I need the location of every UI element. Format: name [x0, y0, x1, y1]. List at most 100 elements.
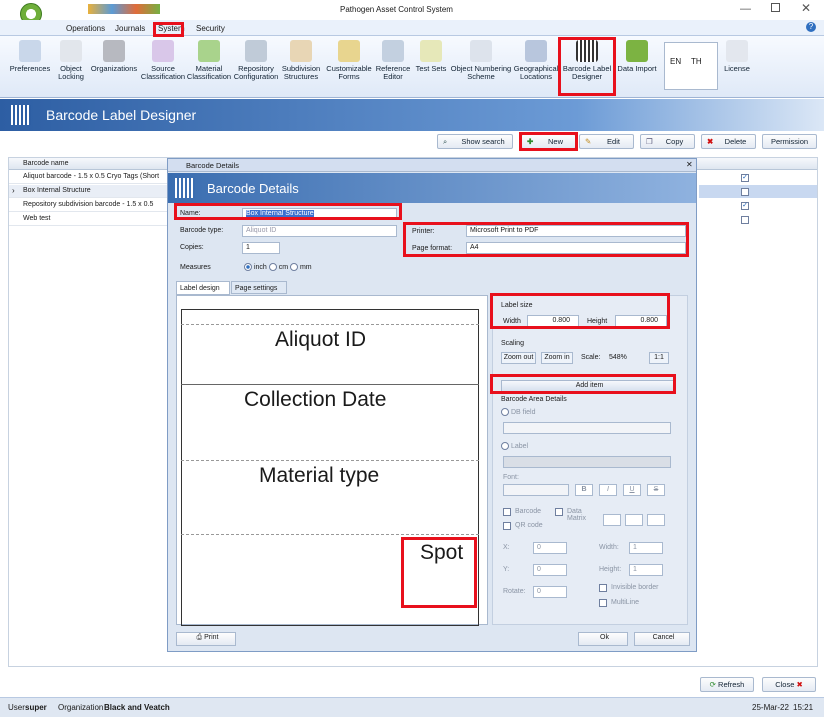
quick-access-toolbar[interactable] [88, 4, 160, 14]
ok-button[interactable]: Ok [578, 632, 628, 646]
qr-code-checkbox[interactable] [503, 522, 511, 530]
table-row[interactable]: Aliquot barcode - 1.5 x 0.5 Cryo Tags (S… [9, 171, 169, 184]
row-checkbox[interactable]: ✓ [741, 202, 749, 210]
width-stepper[interactable]: 0.800 [527, 315, 579, 327]
ribbon-test-sets[interactable]: Test Sets [414, 38, 448, 73]
tab-label-design[interactable]: Label design [176, 281, 230, 295]
table-row[interactable]: Web test [9, 213, 169, 226]
label-canvas[interactable]: Aliquot ID Collection Date Material type… [176, 295, 488, 626]
copy-button[interactable]: ❐ Copy [640, 134, 695, 149]
ribbon-geographical-locations[interactable]: Geographical Locations [512, 38, 560, 81]
table-row[interactable]: Repository subdivision barcode - 1.5 x 0… [9, 199, 169, 212]
align-right-button[interactable] [647, 514, 665, 526]
ribbon-license[interactable]: License [722, 38, 752, 73]
new-button[interactable]: ✚ New [521, 134, 576, 149]
zoom-out-button[interactable]: Zoom out [501, 352, 536, 364]
multiline-checkbox[interactable] [599, 599, 607, 607]
canvas-item-material-type[interactable]: Material type [259, 464, 379, 488]
maximize-button[interactable] [771, 3, 780, 12]
db-field-option[interactable]: DB field [501, 408, 535, 416]
underline-button[interactable]: U [623, 484, 641, 496]
name-field[interactable]: Box Internal Structure [242, 208, 397, 220]
tab-operations[interactable]: Operations [66, 24, 105, 33]
ribbon-data-import[interactable]: Data Import [617, 38, 657, 73]
rotate-stepper[interactable]: 0 [533, 586, 567, 598]
label-option[interactable]: Label [501, 442, 528, 450]
table-row[interactable]: › Box Internal Structure [9, 185, 169, 198]
help-icon[interactable]: ? [806, 22, 816, 32]
cancel-button[interactable]: Cancel [634, 632, 690, 646]
row-checkbox[interactable] [741, 216, 749, 224]
dialog-close-icon[interactable]: ✕ [686, 160, 693, 169]
window-title: Pathogen Asset Control System [340, 5, 453, 14]
globe-icon [525, 40, 547, 62]
x-stepper[interactable]: 0 [533, 542, 567, 554]
edit-button[interactable]: ✎ Edit [579, 134, 634, 149]
ribbon-customizable-forms[interactable]: Customizable Forms [325, 38, 373, 81]
printer-select[interactable]: Microsoft Print to PDF [466, 225, 686, 237]
page-format-select[interactable]: A4 [466, 242, 686, 254]
tab-system[interactable]: System [158, 24, 185, 33]
invisible-border-checkbox[interactable] [599, 584, 607, 592]
height-stepper[interactable]: 0.800 [615, 315, 667, 327]
close-button[interactable]: Close ✖ [762, 677, 816, 692]
scale-1to1-button[interactable]: 1:1 [649, 352, 669, 364]
radio-cm[interactable] [268, 263, 277, 271]
row-checkbox[interactable]: ✓ [741, 174, 749, 182]
bold-button[interactable]: B [575, 484, 593, 496]
y-stepper[interactable]: 0 [533, 564, 567, 576]
align-left-button[interactable] [603, 514, 621, 526]
canvas-item-spot[interactable]: Spot [420, 541, 463, 565]
preferences-icon [19, 40, 41, 62]
ribbon-preferences[interactable]: Preferences [8, 38, 52, 73]
measures-radios[interactable]: inch cm mm [244, 263, 312, 271]
height-field[interactable]: 1 [629, 564, 663, 576]
barcode-type-select[interactable]: Aliquot ID [242, 225, 397, 237]
print-button[interactable]: ⎙ Print [176, 632, 236, 646]
tab-security[interactable]: Security [196, 24, 225, 33]
tab-page-settings[interactable]: Page settings [231, 281, 287, 294]
permission-button[interactable]: Permission [762, 134, 817, 149]
show-search-button[interactable]: ⌕ Show search [437, 134, 513, 149]
ribbon-object-locking[interactable]: Object Locking [56, 38, 86, 81]
data-matrix-checkbox[interactable] [555, 508, 563, 516]
row-checkbox[interactable] [741, 188, 749, 196]
add-item-button[interactable]: Add item [501, 380, 675, 392]
label-text-field[interactable] [503, 456, 671, 468]
zoom-in-button[interactable]: Zoom in [541, 352, 573, 364]
ribbon-repository-configuration[interactable]: Repository Configuration [232, 38, 280, 81]
refresh-button[interactable]: ⟳ Refresh [700, 677, 754, 692]
barcode-checkbox[interactable] [503, 508, 511, 516]
divider [181, 384, 479, 385]
db-field-select[interactable] [503, 422, 671, 434]
close-window-button[interactable]: ✕ [801, 1, 811, 15]
ribbon-barcode-label-designer[interactable]: Barcode Label Designer [561, 38, 613, 81]
ribbon-material-classification[interactable]: Material Classification [186, 38, 232, 81]
test-sets-icon [420, 40, 442, 62]
ribbon-reference-editor[interactable]: Reference Editor [374, 38, 412, 81]
delete-button[interactable]: ✖ Delete [701, 134, 756, 149]
ribbon-object-numbering[interactable]: Object Numbering Scheme [450, 38, 512, 81]
ribbon-organizations[interactable]: Organizations [90, 38, 138, 73]
minimize-button[interactable]: — [740, 3, 751, 15]
width-field[interactable]: 1 [629, 542, 663, 554]
radio-mm[interactable] [290, 263, 298, 271]
language-box[interactable]: EN TH [664, 42, 718, 90]
canvas-item-collection-date[interactable]: Collection Date [244, 388, 386, 412]
radio-inch[interactable] [244, 263, 252, 271]
lang-en[interactable]: EN [670, 57, 681, 66]
tab-journals[interactable]: Journals [115, 24, 145, 33]
strike-button[interactable]: S [647, 484, 665, 496]
close-x-icon: ✖ [794, 680, 803, 689]
ribbon-subdivision-structures[interactable]: Subdivision Structures [281, 38, 321, 81]
ribbon-source-classification[interactable]: Source Classification [140, 38, 186, 81]
font-select[interactable] [503, 484, 569, 496]
align-center-button[interactable] [625, 514, 643, 526]
search-icon: ⌕ [443, 137, 448, 146]
copies-stepper[interactable]: 1 [242, 242, 280, 254]
repository-icon [245, 40, 267, 62]
canvas-item-aliquot-id[interactable]: Aliquot ID [275, 328, 366, 352]
ribbon: Preferences Object Locking Organizations … [0, 36, 824, 98]
lang-th[interactable]: TH [691, 57, 702, 66]
italic-button[interactable]: I [599, 484, 617, 496]
